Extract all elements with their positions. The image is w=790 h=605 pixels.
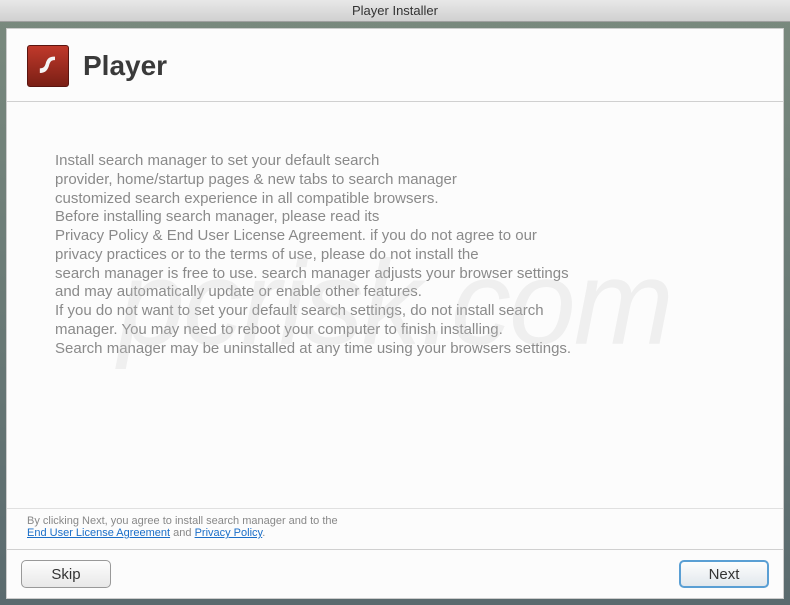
next-button[interactable]: Next xyxy=(679,560,769,588)
content-line: Privacy Policy & End User License Agreem… xyxy=(55,227,735,246)
content-line: manager. You may need to reboot your com… xyxy=(55,321,735,340)
window-title: Player Installer xyxy=(352,3,438,18)
footer-prefix: By clicking Next, you agree to install s… xyxy=(27,515,338,527)
content-line: Before installing search manager, please… xyxy=(55,208,735,227)
content-line: customized search experience in all comp… xyxy=(55,190,735,209)
button-bar: Skip Next xyxy=(7,550,783,598)
content-line: If you do not want to set your default s… xyxy=(55,302,735,321)
content-line: provider, home/startup pages & new tabs … xyxy=(55,171,735,190)
content-line: privacy practices or to the terms of use… xyxy=(55,246,735,265)
skip-button[interactable]: Skip xyxy=(21,560,111,588)
content-line: Install search manager to set your defau… xyxy=(55,152,735,171)
flash-player-icon xyxy=(27,45,69,87)
titlebar: Player Installer xyxy=(0,0,790,22)
content-line: and may automatically update or enable o… xyxy=(55,283,735,302)
content-line: search manager is free to use. search ma… xyxy=(55,265,735,284)
installer-window: Player Install search manager to set you… xyxy=(6,28,784,599)
page-title: Player xyxy=(83,50,167,82)
eula-link[interactable]: End User License Agreement xyxy=(27,527,170,539)
footer-period: . xyxy=(262,527,265,539)
footer-disclaimer: By clicking Next, you agree to install s… xyxy=(7,508,783,550)
flash-glyph-icon xyxy=(34,52,62,80)
content-line: Search manager may be uninstalled at any… xyxy=(55,340,735,359)
privacy-link[interactable]: Privacy Policy xyxy=(195,527,263,539)
header: Player xyxy=(7,29,783,102)
content-area: Install search manager to set your defau… xyxy=(7,102,783,508)
footer-and: and xyxy=(170,527,194,539)
